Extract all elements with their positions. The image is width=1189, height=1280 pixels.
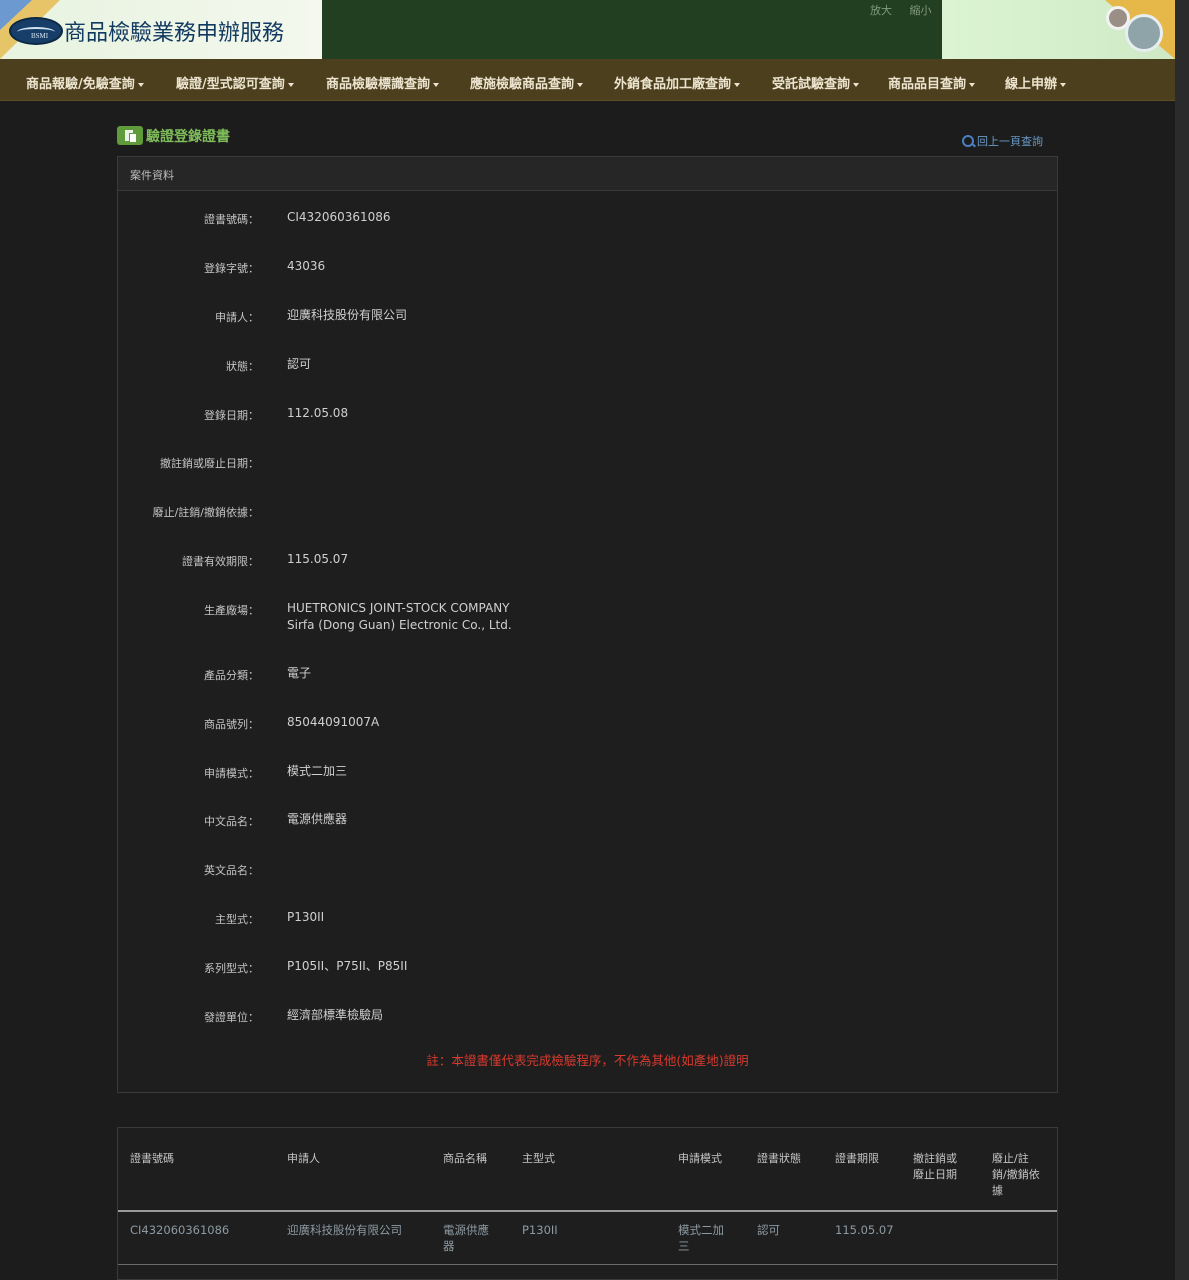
back-link-label: 回上一頁查詢 [977,135,1043,148]
window-scrollbar[interactable] [1175,0,1189,1280]
table-header-apply-mode: 申請模式 [678,1152,722,1165]
panel-title: 案件資料 [118,157,1057,191]
field-label: 產品分類： [204,669,259,682]
site-title: 商品檢驗業務申辦服務 [64,21,285,46]
case-info-panel: 案件資料 證書號碼： CI432060361086 登錄字號： 43036 申請… [117,156,1058,1093]
nav-item-testing-query[interactable]: 受託試驗查詢 [772,73,859,92]
field-value: 43036 [287,259,326,273]
field-label: 申請模式： [204,767,259,780]
nav-item-regulated-products[interactable]: 應施檢驗商品查詢 [470,73,583,92]
field-value: 認可 [287,357,312,371]
field-value: 115.05.07 [287,552,349,566]
field-label: 系列型式： [204,962,259,975]
field-label: 登錄字號： [204,262,259,275]
field-label: 申請人： [215,311,259,324]
decor-photo-icon [1125,14,1163,52]
table-cell-main-model: P130II [522,1223,558,1237]
field-label: 主型式： [215,913,259,926]
field-label: 登錄日期： [204,409,259,422]
field-value: HUETRONICS JOINT-STOCK COMPANY [287,601,510,615]
field-value: 迎廣科技股份有限公司 [287,308,408,322]
field-label: 英文品名： [204,864,259,877]
field-value: CI432060361086 [287,210,391,224]
site-logo[interactable]: BSMI 商品檢驗業務申辦服務 [0,0,322,59]
header-decoration [942,0,1175,59]
table-header-cert-number: 證書號碼 [130,1152,174,1165]
field-value: 電子 [287,666,312,680]
table-cell-applicant: 迎廣科技股份有限公司 [287,1223,402,1237]
field-value: 電源供應器 [287,812,348,826]
field-value: P130II [287,910,325,924]
field-value: 85044091007A [287,715,380,729]
table-header-cert-expiry: 證書期限 [835,1152,879,1165]
field-label: 廢止/註銷/撤銷依據： [152,506,259,519]
field-label: 發證單位： [204,1011,259,1024]
bsmi-emblem-icon: BSMI [9,17,63,45]
table-header-revoke-date: 撤註銷或 廢止日期 [913,1152,957,1181]
zoom-out-link[interactable]: 縮小 [910,4,932,17]
field-value: 經濟部標準檢驗局 [287,1008,384,1022]
font-size-controls: 放大 縮小 [870,2,946,18]
nav-item-inspection-query[interactable]: 商品報驗/免驗查詢 [26,73,144,92]
nav-item-online-apply[interactable]: 線上申辦 [1005,73,1066,92]
results-table: 證書號碼 申請人 商品名稱 主型式 申請模式 證書狀態 證書期限 撤註銷或 廢止日… [117,1127,1058,1280]
table-header-revoke-basis: 廢止/註 銷/撤銷依據 [992,1152,1040,1197]
certificate-note: 註：本證書僅代表完成檢驗程序，不作為其他(如產地)證明 [426,1053,749,1068]
field-value: 112.05.08 [287,406,349,420]
field-label: 撤註銷或廢止日期： [160,457,259,470]
nav-item-mark-query[interactable]: 商品檢驗標識查詢 [326,73,439,92]
nav-item-certification-query[interactable]: 驗證/型式認可查詢 [176,73,294,92]
table-cell-cert-number: CI432060361086 [130,1223,230,1237]
field-label: 證書號碼： [204,213,259,226]
zoom-in-link[interactable]: 放大 [870,4,892,17]
document-icon [117,126,143,145]
field-value-line2: Sirfa (Dong Guan) Electronic Co., Ltd. [287,618,512,632]
main-nav: 商品報驗/免驗查詢 驗證/型式認可查詢 商品檢驗標識查詢 應施檢驗商品查詢 外銷… [0,59,1175,101]
table-cell-cert-status: 認可 [757,1223,780,1237]
table-header-product-name: 商品名稱 [443,1152,487,1165]
field-label: 證書有效期限： [182,555,259,568]
table-cell-product-name: 電源供應器 [443,1223,489,1253]
page-title: 驗證登錄證書 [146,129,230,145]
field-value: P105II、P75II、P85II [287,959,408,973]
field-label: 生產廠場： [204,604,259,617]
table-header-applicant: 申請人 [287,1152,320,1165]
nav-item-export-food[interactable]: 外銷食品加工廠查詢 [614,73,740,92]
field-label: 中文品名： [204,815,259,828]
field-value: 模式二加三 [287,764,348,778]
field-label: 狀態： [226,360,259,373]
search-icon [962,134,975,148]
table-header-main-model: 主型式 [522,1152,555,1165]
table-header-cert-status: 證書狀態 [757,1152,801,1165]
field-label: 商品號列： [204,718,259,731]
nav-item-product-items[interactable]: 商品品目查詢 [888,73,975,92]
back-link[interactable]: 回上一頁查詢 [962,133,1043,149]
site-header: BSMI 商品檢驗業務申辦服務 放大 縮小 [0,0,1175,59]
table-cell-cert-expiry: 115.05.07 [835,1223,894,1237]
table-cell-apply-mode: 模式二加三 [678,1223,724,1253]
